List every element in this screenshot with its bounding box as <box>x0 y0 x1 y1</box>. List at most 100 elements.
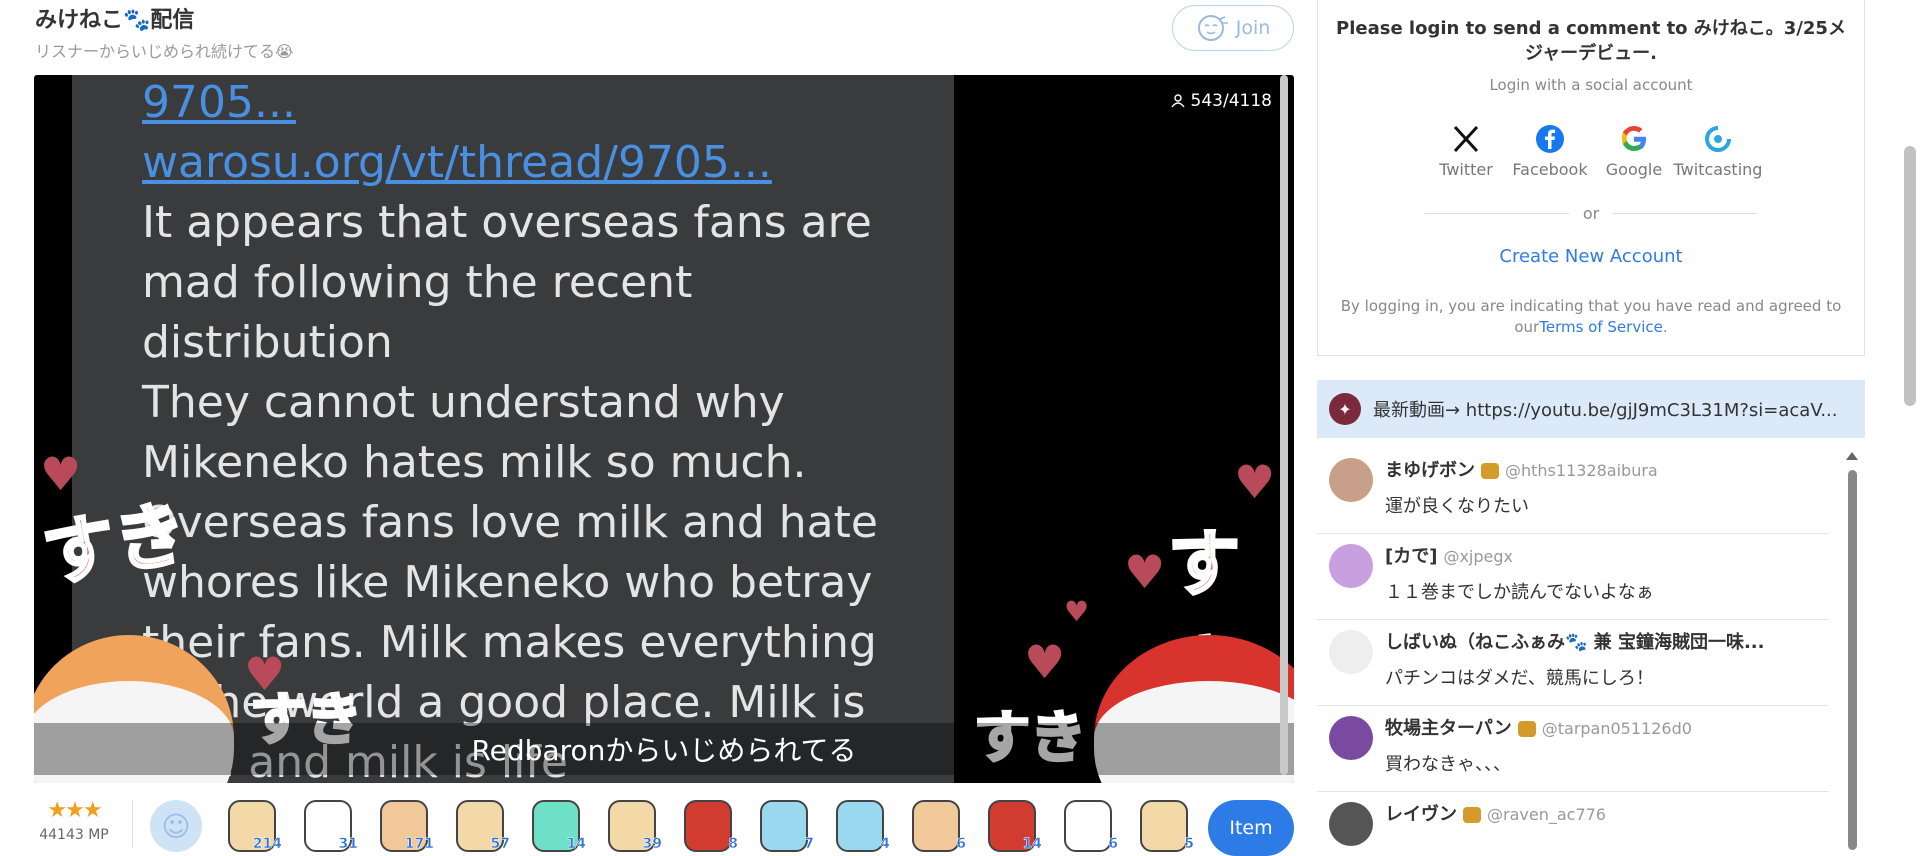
gift-count: 6 <box>1108 836 1118 853</box>
avatar[interactable] <box>1329 716 1373 760</box>
gift-item[interactable]: 31 <box>298 796 358 853</box>
gift-icon <box>684 800 732 852</box>
pinned-message[interactable]: ✦ 最新動画→ https://youtu.be/gjJ9mC3L31M?si=… <box>1317 380 1865 438</box>
video-line: Overseas fans love milk and hate <box>142 497 878 548</box>
person-icon <box>1170 94 1185 108</box>
rank-display: ★★★ 44143 MP <box>38 798 110 843</box>
gift-icon <box>760 800 808 852</box>
author-handle: @xjpegx <box>1443 547 1513 566</box>
gift-item[interactable]: 6 <box>1058 796 1118 853</box>
twitcasting-login[interactable]: Twitcasting <box>1668 118 1768 179</box>
gift-item[interactable]: 214 <box>222 796 283 853</box>
gift-item[interactable]: 6 <box>906 796 966 853</box>
author-name: 牧場主ターパン <box>1385 718 1512 739</box>
gift-count: 57 <box>490 836 510 853</box>
gift-count: 31 <box>338 836 358 853</box>
supporter-badge <box>1481 463 1499 479</box>
video-player[interactable]: 9705... warosu.org/vt/thread/9705... It … <box>34 75 1294 783</box>
login-panel: Please login to send a comment to みけねこ。3… <box>1317 0 1865 356</box>
supporter-badge <box>1463 807 1481 823</box>
gift-item[interactable]: 7 <box>754 796 814 853</box>
author-name: [カで] <box>1385 546 1438 567</box>
avatar[interactable] <box>1329 802 1373 846</box>
stream-title: みけねこ🐾配信 <box>35 8 195 33</box>
comment-scrollbar[interactable] <box>1848 470 1857 850</box>
comment-list[interactable]: まゆげボン @hths11328aibura 運が良くなりたい [カで] @xjpe… <box>1317 448 1837 848</box>
heart-decoration: ♥ <box>1064 595 1090 628</box>
gift-item[interactable]: 171 <box>374 796 434 852</box>
terms-text: By logging in, you are indicating that y… <box>1318 296 1864 338</box>
gift-count: 4 <box>880 836 890 853</box>
comment-item: 牧場主ターパン @tarpan051126d0 買わなきゃ、、、 <box>1317 706 1829 792</box>
join-label: Join <box>1235 17 1271 39</box>
gift-count: 14 <box>566 836 586 853</box>
video-line: Mikeneko hates milk so much. <box>142 437 807 488</box>
gift-count: 8 <box>728 836 738 853</box>
gift-count: 39 <box>642 836 662 853</box>
gift-count: 7 <box>804 836 814 853</box>
author-name: しばいぬ（ねこふぁみ🐾 兼 宝鐘海賊団一味... <box>1385 632 1765 653</box>
twitcasting-label: Twitcasting <box>1673 160 1763 179</box>
join-face-icon <box>1197 15 1228 41</box>
comment-item: [カで] @xjpegx １１巻までしか読んでないよなぁ <box>1317 534 1829 620</box>
author-name: まゆげボン <box>1385 460 1475 481</box>
gift-count: 214 <box>252 836 283 853</box>
comment-item: レイヴン @raven_ac776 <box>1317 792 1829 848</box>
video-line: It appears that overseas fans are <box>142 197 872 248</box>
viewer-count: 543/4118 <box>1170 91 1272 111</box>
comment-author[interactable]: まゆげボン @hths11328aibura <box>1385 456 1658 482</box>
video-scrollbar <box>1280 75 1288 775</box>
video-line: mad following the recent <box>142 257 693 308</box>
page-scrollbar[interactable] <box>1904 146 1916 406</box>
twitcasting-logo-icon <box>1668 118 1768 160</box>
or-divider: or <box>1425 204 1757 223</box>
gift-icon <box>1140 800 1188 852</box>
avatar[interactable] <box>1329 544 1373 588</box>
gift-count: 14 <box>1022 836 1042 853</box>
gift-item[interactable]: 14 <box>982 796 1042 853</box>
gift-icon <box>912 800 960 852</box>
stream-subtitle: リスナーからいじめられ続けてる😭 <box>35 42 294 61</box>
create-account-link[interactable]: Create New Account <box>1318 246 1864 267</box>
login-title: Please login to send a comment to みけねこ。3… <box>1336 18 1846 64</box>
comment-text: 運が良くなりたい <box>1385 496 1529 517</box>
author-name: レイヴン <box>1385 804 1457 825</box>
comment-author[interactable]: しばいぬ（ねこふぁみ🐾 兼 宝鐘海賊団一味... <box>1385 628 1764 654</box>
login-subtitle: Login with a social account <box>1489 76 1693 94</box>
video-caption: Redbaronからいじめられてる <box>34 723 1294 775</box>
avatar[interactable] <box>1329 630 1373 674</box>
heart-decoration: ♥ <box>1124 545 1166 599</box>
comment-author[interactable]: 牧場主ターパン @tarpan051126d0 <box>1385 714 1692 740</box>
avatar[interactable] <box>1329 458 1373 502</box>
gift-count: 6 <box>956 836 966 853</box>
gift-icon <box>1064 800 1112 852</box>
gift-item[interactable]: 5 <box>1134 796 1194 852</box>
comment-item: しばいぬ（ねこふぁみ🐾 兼 宝鐘海賊団一味... パチンコはダメだ、競馬にしろ！ <box>1317 620 1829 706</box>
gift-item[interactable]: 39 <box>602 796 662 853</box>
comment-author[interactable]: [カで] @xjpegx <box>1385 542 1513 568</box>
video-line: whores like Mikeneko who betray <box>142 557 873 608</box>
video-line: 9705... <box>142 77 296 128</box>
comment-scroll-up[interactable] <box>1846 452 1858 460</box>
gift-item[interactable]: 4 <box>830 796 890 853</box>
gift-icon <box>836 800 884 852</box>
comment-text: １１巻までしか読んでないよなぁ <box>1385 582 1654 603</box>
author-handle: @raven_ac776 <box>1487 805 1606 824</box>
terms-link[interactable]: Terms of Service <box>1539 318 1663 336</box>
smiley-icon: ☺ <box>161 809 191 843</box>
gift-item[interactable]: 14 <box>526 796 586 853</box>
video-line: warosu.org/vt/thread/9705... <box>142 137 772 188</box>
comment-text: パチンコはダメだ、競馬にしろ！ <box>1385 668 1654 689</box>
divider-line <box>1613 213 1757 214</box>
join-button[interactable]: Join <box>1172 5 1294 51</box>
gift-item[interactable]: 8 <box>678 796 738 853</box>
terms-suffix: . <box>1662 318 1668 336</box>
comment-author[interactable]: レイヴン @raven_ac776 <box>1385 800 1606 826</box>
gift-item[interactable]: 57 <box>450 796 510 853</box>
pinned-text: 最新動画→ https://youtu.be/gjJ9mC3L31M?si=ac… <box>1373 400 1838 421</box>
video-line: They cannot understand why <box>142 377 785 428</box>
smiley-gift-button[interactable]: ☺ <box>150 800 202 852</box>
heart-decoration: ♥ <box>1024 635 1066 689</box>
pin-icon: ✦ <box>1329 393 1361 425</box>
comment-text: 買わなきゃ、、、 <box>1385 754 1511 775</box>
